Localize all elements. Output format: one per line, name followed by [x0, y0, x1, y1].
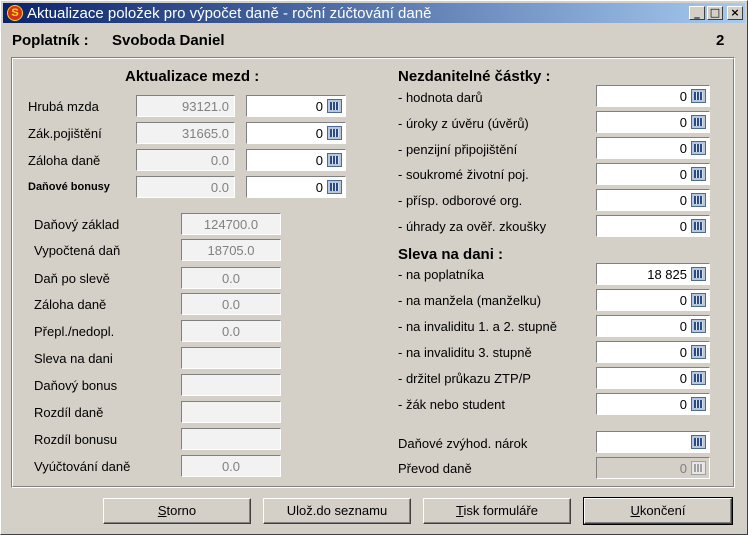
result-label: Sleva na dani	[34, 351, 113, 366]
result-label: Daňový základ	[34, 217, 120, 232]
discount-label: - žák nebo student	[398, 397, 505, 412]
minimize-button[interactable]: _	[689, 6, 705, 20]
wage-value: 31665.0	[136, 122, 235, 144]
storno-button[interactable]: Storno	[103, 498, 251, 524]
tax-benefit-claim-label: Daňové zvýhod. nárok	[398, 436, 528, 451]
wages-heading: Aktualizace mezd :	[125, 68, 260, 85]
discount-label: - držitel průkazu ZTP/P	[398, 371, 531, 386]
discount-label: - na manžela (manželku)	[398, 293, 542, 308]
discounts-heading: Sleva na dani :	[398, 246, 504, 263]
result-label: Přepl./nedopl.	[34, 324, 115, 339]
calculator-icon[interactable]	[691, 115, 706, 129]
wage-input[interactable]: 0	[246, 95, 346, 117]
close-window-button[interactable]: ×	[727, 6, 743, 20]
result-value: 124700.0	[181, 213, 281, 235]
save-to-list-button[interactable]: Ulož.do seznamu	[263, 498, 411, 524]
calculator-icon[interactable]	[691, 435, 706, 449]
result-label: Vyúčtování daně	[34, 459, 131, 474]
wage-label: Zák.pojištění	[28, 126, 102, 141]
calculator-icon[interactable]	[691, 293, 706, 307]
deduction-input[interactable]: 0	[596, 85, 710, 107]
discount-label: - na invaliditu 3. stupně	[398, 345, 532, 360]
tax-transfer-input: 0	[596, 457, 710, 479]
print-form-button[interactable]: Tisk formuláře	[423, 498, 571, 524]
discount-input[interactable]: 0	[596, 315, 710, 337]
wage-input[interactable]: 0	[246, 176, 346, 198]
tax-transfer-label: Převod daně	[398, 461, 472, 476]
wage-label: Daňové bonusy	[28, 181, 110, 193]
calculator-icon[interactable]	[327, 126, 342, 140]
deduction-input[interactable]: 0	[596, 189, 710, 211]
deduction-label: - úhrady za ověř. zkoušky	[398, 219, 547, 234]
deductions-heading: Nezdanitelné částky :	[398, 68, 551, 85]
maximize-button[interactable]: □	[707, 6, 723, 20]
result-label: Daň po slevě	[34, 271, 110, 286]
result-value	[181, 347, 281, 369]
result-label: Vypočtená daň	[34, 243, 121, 258]
deduction-label: - přísp. odborové org.	[398, 193, 523, 208]
result-value: 0.0	[181, 455, 281, 477]
calculator-icon[interactable]	[691, 371, 706, 385]
deduction-input[interactable]: 0	[596, 215, 710, 237]
taxpayer-label: Poplatník :	[12, 32, 89, 49]
result-value: 0.0	[181, 293, 281, 315]
result-value: 18705.0	[181, 239, 281, 261]
calculator-icon[interactable]	[327, 99, 342, 113]
deduction-input[interactable]: 0	[596, 111, 710, 133]
result-label: Rozdíl daně	[34, 405, 104, 420]
deduction-input[interactable]: 0	[596, 137, 710, 159]
tax-benefit-claim-input[interactable]	[596, 431, 710, 453]
calculator-icon[interactable]	[691, 167, 706, 181]
result-value: 0.0	[181, 267, 281, 289]
taxpayer-name: Svoboda Daniel	[112, 32, 225, 49]
deduction-label: - úroky z úvěru (úvěrů)	[398, 116, 529, 131]
calculator-icon[interactable]	[691, 267, 706, 281]
calculator-icon[interactable]	[691, 141, 706, 155]
finish-button[interactable]: Ukončení	[583, 497, 733, 525]
result-value	[181, 374, 281, 396]
deduction-input[interactable]: 0	[596, 163, 710, 185]
discount-input[interactable]: 0	[596, 341, 710, 363]
wage-input[interactable]: 0	[246, 122, 346, 144]
discount-input[interactable]: 0	[596, 367, 710, 389]
result-value: 0.0	[181, 320, 281, 342]
calculator-icon[interactable]	[691, 345, 706, 359]
discount-label: - na poplatníka	[398, 267, 485, 282]
deduction-label: - penzijní připojištění	[398, 142, 518, 157]
wage-label: Záloha daně	[28, 153, 101, 168]
result-value	[181, 401, 281, 423]
deduction-label: - soukromé životní poj.	[398, 167, 529, 182]
calculator-icon[interactable]	[691, 89, 706, 103]
wage-label: Hrubá mzda	[28, 99, 99, 114]
title-bar[interactable]: S Aktualizace položek pro výpočet daně -…	[3, 3, 745, 23]
window-title: Aktualizace položek pro výpočet daně - r…	[27, 5, 432, 22]
result-label: Záloha daně	[34, 297, 107, 312]
wage-value: 0.0	[136, 149, 235, 171]
calculator-icon[interactable]	[691, 219, 706, 233]
calculator-icon[interactable]	[691, 319, 706, 333]
deduction-label: - hodnota darů	[398, 90, 483, 105]
calculator-icon	[691, 461, 706, 475]
discount-input[interactable]: 0	[596, 393, 710, 415]
taxpayer-number: 2	[716, 32, 725, 49]
calculator-icon[interactable]	[691, 397, 706, 411]
result-value	[181, 428, 281, 450]
discount-input[interactable]: 18 825	[596, 263, 710, 285]
calculator-icon[interactable]	[327, 153, 342, 167]
result-label: Rozdíl bonusu	[34, 432, 118, 447]
wage-value: 0.0	[136, 176, 235, 198]
calculator-icon[interactable]	[691, 193, 706, 207]
wage-input[interactable]: 0	[246, 149, 346, 171]
wage-value: 93121.0	[136, 95, 235, 117]
result-label: Daňový bonus	[34, 378, 118, 393]
discount-label: - na invaliditu 1. a 2. stupně	[398, 319, 557, 334]
app-logo-icon: S	[7, 5, 23, 21]
calculator-icon[interactable]	[327, 180, 342, 194]
discount-input[interactable]: 0	[596, 289, 710, 311]
